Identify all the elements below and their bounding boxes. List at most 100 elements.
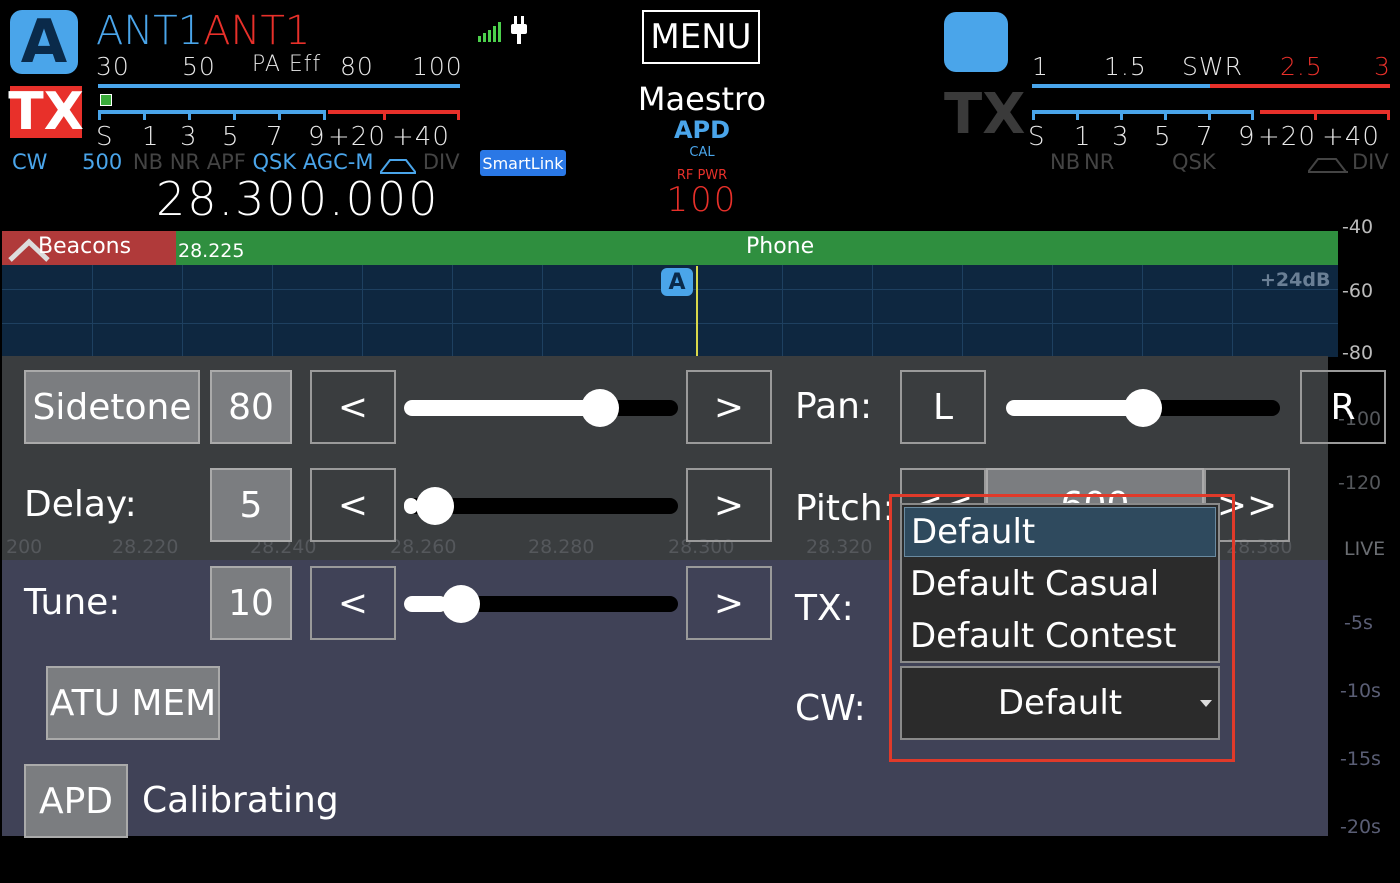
- pan-slider[interactable]: [1006, 389, 1280, 427]
- smartlink-label: SmartLink: [482, 153, 564, 173]
- delay-slider[interactable]: [404, 487, 678, 525]
- sidetone-label: Sidetone: [32, 386, 192, 428]
- tx-label: TX: [8, 82, 84, 142]
- s-scale-tick: +20: [328, 122, 386, 152]
- pan-left-label: L: [932, 386, 954, 428]
- tune-increase-button[interactable]: >: [686, 566, 772, 640]
- freq-axis-label: 200: [6, 536, 43, 558]
- increase-label: >: [713, 484, 745, 526]
- band-beacons-label: Beacons: [38, 234, 132, 259]
- slice-status-row: CW 500 NB NR APF QSK AGC-M DIV: [12, 150, 460, 174]
- flag-nb[interactable]: NB: [1050, 150, 1080, 174]
- waterfall-time-label: -20s: [1340, 816, 1381, 838]
- pitch-label: Pitch:: [795, 488, 895, 529]
- tune-slider-thumb[interactable]: [442, 585, 480, 623]
- tx-badge[interactable]: TX: [8, 82, 84, 142]
- atu-mem-button[interactable]: ATU MEM: [46, 666, 220, 740]
- delay-decrease-button[interactable]: <: [310, 468, 396, 542]
- pan-slider-thumb[interactable]: [1124, 389, 1162, 427]
- sidetone-increase-button[interactable]: >: [686, 370, 772, 444]
- pan-gain-label[interactable]: +24dB: [1260, 269, 1330, 291]
- slice-letter: A: [20, 7, 68, 77]
- filter-shape-icon: [379, 155, 417, 174]
- swr-scale-tick: 1.5: [1104, 52, 1147, 81]
- s-scale-tick: 9: [1238, 122, 1256, 152]
- swr-scale-tick: 2.5: [1280, 52, 1323, 81]
- delay-slider-thumb[interactable]: [416, 487, 454, 525]
- slice-b-badge[interactable]: [944, 12, 1008, 72]
- freq-axis-label: 28.220: [112, 536, 179, 558]
- mode-label[interactable]: CW: [12, 150, 47, 174]
- swr-meter-line: [1032, 84, 1210, 88]
- slice-a-marker[interactable]: A: [661, 268, 693, 296]
- antenna-selector[interactable]: ANT1ANT1: [96, 8, 310, 54]
- s-scale-tick: +20: [1258, 122, 1316, 152]
- slice-b-tx-label[interactable]: TX: [944, 82, 1025, 147]
- flag-qsk[interactable]: QSK: [1172, 150, 1216, 174]
- decrease-label: <: [337, 582, 369, 624]
- s-scale-tick: S: [96, 122, 114, 152]
- swr-scale-tick: 1: [1032, 52, 1049, 81]
- swr-scale-tick: SWR: [1182, 52, 1243, 81]
- tx-profile-label: TX:: [795, 588, 854, 629]
- sidetone-slider-thumb[interactable]: [581, 389, 619, 427]
- power-scale-tick: 30: [96, 52, 130, 81]
- power-scale-tick: 50: [182, 52, 216, 81]
- filter-shape-icon: [1307, 154, 1348, 173]
- rf-power-value[interactable]: 100: [620, 180, 784, 220]
- sidetone-decrease-button[interactable]: <: [310, 370, 396, 444]
- flag-agc[interactable]: AGC-M: [303, 150, 374, 174]
- swr-meter-over-line: [1210, 84, 1390, 88]
- power-scale-tick: 100: [412, 52, 463, 81]
- sidetone-slider[interactable]: [404, 389, 678, 427]
- sidetone-value: 80: [210, 370, 292, 444]
- s-scale-tick: +40: [1322, 122, 1380, 152]
- device-name: Maestro: [637, 80, 767, 118]
- power-scale: 30 50 PA Eff 80 100: [96, 52, 466, 82]
- tune-label: Tune:: [24, 582, 121, 623]
- filter-label[interactable]: 500: [82, 150, 122, 174]
- frequency-display[interactable]: 28.300.000: [156, 172, 439, 226]
- flag-nr[interactable]: NR: [1084, 150, 1114, 174]
- smartlink-badge[interactable]: SmartLink: [480, 150, 566, 176]
- tune-decrease-button[interactable]: <: [310, 566, 396, 640]
- power-scale-tick: 80: [340, 52, 374, 81]
- apd-status: Calibrating: [142, 780, 339, 821]
- pan-left-button[interactable]: L: [900, 370, 986, 444]
- delay-value-text: 5: [239, 484, 263, 526]
- db-scale-label: -80: [1342, 342, 1374, 364]
- delay-value: 5: [210, 468, 292, 542]
- flag-qsk[interactable]: QSK: [253, 150, 297, 174]
- tx-antenna[interactable]: ANT1: [203, 8, 310, 54]
- s-meter-scale: S 1 3 5 7 9 +20 +40: [96, 122, 466, 152]
- pan-right-label: R: [1330, 386, 1356, 428]
- flag-nb[interactable]: NB: [133, 150, 163, 174]
- tune-slider[interactable]: [404, 585, 678, 623]
- flag-div[interactable]: DIV: [1352, 150, 1389, 174]
- s-scale-tick: 9: [308, 122, 326, 152]
- db-scale-label: -120: [1338, 472, 1382, 494]
- power-meter-bar: [100, 94, 112, 106]
- menu-button[interactable]: MENU: [642, 10, 760, 64]
- rx-antenna[interactable]: ANT1: [96, 8, 203, 54]
- slice-a-badge[interactable]: A: [10, 10, 78, 74]
- sidetone-slider-fill: [404, 400, 610, 416]
- menu-label: MENU: [650, 17, 752, 57]
- sidetone-button[interactable]: Sidetone: [24, 370, 200, 444]
- increase-label: >: [713, 386, 745, 428]
- flag-div[interactable]: DIV: [423, 150, 460, 174]
- apd-button[interactable]: APD: [24, 764, 128, 838]
- pan-slider-fill: [1006, 400, 1143, 416]
- flag-apf[interactable]: APF: [207, 150, 246, 174]
- power-meter-line: [98, 84, 460, 88]
- power-scale-tick: PA Eff: [252, 52, 322, 77]
- flag-nr[interactable]: NR: [170, 150, 200, 174]
- freq-axis-label: 28.320: [806, 536, 873, 558]
- pan-right-button[interactable]: R: [1300, 370, 1386, 444]
- live-label: LIVE: [1344, 538, 1386, 560]
- slice-b-status-row: NB NR QSK DIV: [1050, 150, 1394, 176]
- pan-label: Pan:: [795, 386, 873, 427]
- delay-increase-button[interactable]: >: [686, 468, 772, 542]
- decrease-label: <: [337, 484, 369, 526]
- band-phone-label: Phone: [746, 234, 815, 259]
